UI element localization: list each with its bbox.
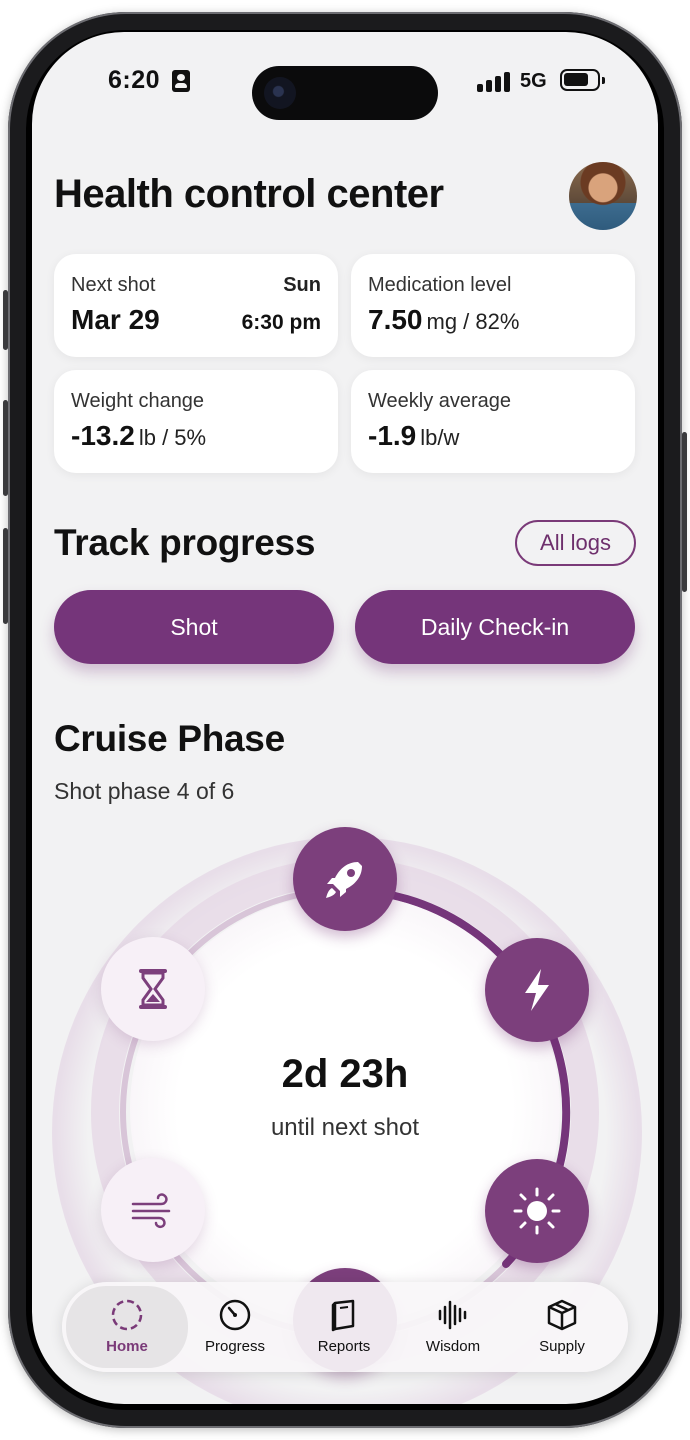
supply-icon (547, 1299, 577, 1331)
hourglass-icon (139, 969, 167, 1009)
phase-node-rocket[interactable] (293, 827, 397, 931)
nav-item-supply[interactable]: Supply (507, 1286, 617, 1368)
nav-label-wisdom: Wisdom (425, 1338, 481, 1355)
countdown-label: until next shot (270, 1114, 420, 1141)
nav-label-home: Home (106, 1338, 148, 1355)
sun-icon (513, 1187, 561, 1235)
countdown-value: 2d 23h (281, 1052, 409, 1096)
power-button (682, 432, 687, 592)
nav-item-progress[interactable]: Progress (180, 1286, 290, 1368)
volume-up-button (3, 400, 8, 496)
phase-node-wind[interactable] (101, 1158, 205, 1262)
action-button (3, 290, 8, 350)
lightning-icon (525, 969, 549, 1011)
bottom-nav: Home Progress Reports Wisdom Supply (62, 1282, 628, 1372)
nav-item-reports[interactable]: Reports (289, 1286, 399, 1368)
home-icon (111, 1299, 143, 1331)
nav-label-reports: Reports (317, 1338, 371, 1355)
progress-icon (219, 1299, 251, 1331)
screen: 6:20 5G Health control center Next shot … (32, 32, 658, 1404)
rocket-icon (326, 862, 362, 898)
reports-icon (331, 1299, 355, 1332)
nav-label-supply: Supply (539, 1338, 585, 1355)
nav-item-wisdom[interactable]: Wisdom (398, 1286, 508, 1368)
volume-down-button (3, 528, 8, 624)
phase-node-sun[interactable] (485, 1159, 589, 1263)
nav-label-progress: Progress (204, 1338, 266, 1355)
wind-icon (131, 1193, 171, 1229)
phase-node-hourglass[interactable] (101, 937, 205, 1041)
nav-item-home[interactable]: Home (66, 1286, 188, 1368)
wisdom-icon (438, 1300, 467, 1330)
phase-node-lightning[interactable] (485, 938, 589, 1042)
